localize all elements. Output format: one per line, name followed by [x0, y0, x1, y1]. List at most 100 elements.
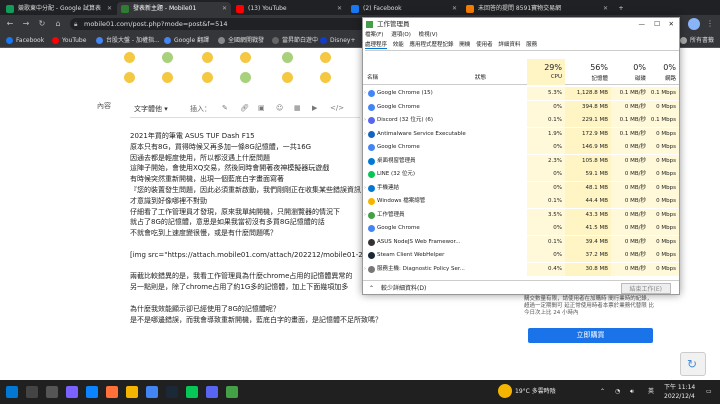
tray-chevron-icon[interactable]: ⌃ — [600, 388, 605, 396]
process-row[interactable]: Windows 檔案總管 0.1% 44.4 MB 0 MB/秒 0 Mbps — [363, 195, 679, 208]
bookmark-disney[interactable]: Disney+ — [320, 35, 356, 46]
column-cpu[interactable]: 29% CPU — [527, 59, 565, 85]
tab-services[interactable]: 服務 — [526, 42, 537, 48]
weather-text[interactable]: 19°C 多雲時陰 — [515, 388, 556, 396]
process-row[interactable]: › Discord (32 位元) (6) 0.1% 229.1 MB 0.1 MB/秒… — [363, 114, 679, 127]
emoji-icon[interactable] — [282, 52, 293, 63]
expand-chevron-icon[interactable]: › — [364, 87, 366, 100]
process-row[interactable]: Google Chrome 0% 41.5 MB 0 MB/秒 0 Mbps — [363, 222, 679, 235]
close-tab-icon[interactable]: ✕ — [107, 2, 112, 15]
post-body-textarea[interactable]: 2021年買的筆電 ASUS TUF Dash F15 原本只有8G，買得時候又… — [130, 131, 386, 325]
bookmark-4[interactable]: 全國網開戰發 — [218, 35, 264, 46]
column-network[interactable]: 0% 網路 — [649, 59, 679, 85]
volume-icon[interactable]: 🔊︎ — [630, 388, 634, 396]
new-tab-button[interactable]: + — [614, 2, 628, 15]
tab-details[interactable]: 詳細資料 — [498, 42, 520, 48]
emoji-icon[interactable] — [162, 72, 173, 83]
maximize-icon[interactable]: ☐ — [654, 18, 660, 31]
tab-mobile01[interactable]: 發表新主題 - Mobile01 ✕ — [117, 2, 231, 15]
tab-facebook[interactable]: (2) Facebook ✕ — [347, 2, 461, 15]
emoji-icon[interactable] — [320, 52, 331, 63]
bookmark-youtube[interactable]: YouTube — [52, 35, 86, 46]
menu-file[interactable]: 檔案(F) — [365, 32, 383, 38]
process-row[interactable]: › 服務主機: Diagnostic Policy Ser... 0.4% 30.8 … — [363, 262, 679, 276]
app-icon[interactable] — [66, 386, 78, 398]
chrome-icon[interactable] — [146, 386, 158, 398]
tab-performance[interactable]: 效能 — [393, 42, 404, 48]
bookmark-facebook[interactable]: Facebook — [6, 35, 44, 46]
tab-startup[interactable]: 開機 — [459, 42, 470, 48]
profile-avatar[interactable] — [688, 18, 700, 30]
emoji-icon[interactable] — [162, 52, 173, 63]
bookmark-all[interactable]: 所有書籤 — [680, 35, 714, 46]
close-tab-icon[interactable]: ✕ — [603, 2, 608, 15]
table-icon[interactable]: ▦ — [294, 104, 301, 112]
column-disk[interactable]: 0% 磁碟 — [611, 59, 649, 85]
menu-view[interactable]: 檢視(V) — [419, 32, 438, 38]
process-row[interactable]: › 手機連結 0% 48.1 MB 0 MB/秒 0 Mbps — [363, 181, 679, 195]
pencil-icon[interactable]: ✎ — [222, 104, 228, 112]
image-icon[interactable]: ▣ — [258, 104, 265, 112]
notification-icon[interactable]: ▭ — [706, 388, 712, 396]
expand-chevron-icon[interactable]: › — [364, 209, 366, 222]
discord-icon[interactable] — [206, 386, 218, 398]
language-indicator[interactable]: 英 — [648, 388, 654, 396]
emoji-button-icon[interactable]: ☺ — [276, 104, 283, 112]
expand-chevron-icon[interactable]: › — [364, 182, 366, 195]
expand-chevron-icon[interactable]: › — [364, 263, 366, 276]
process-row[interactable]: ASUS NodeJS Web Framewor... 0.1% 39.4 MB 0 … — [363, 235, 679, 249]
home-icon[interactable]: ⌂ — [52, 18, 64, 30]
bookmark-translate[interactable]: Google 翻譯 — [164, 35, 209, 46]
clock-date[interactable]: 2022/12/4 — [664, 393, 695, 401]
emoji-icon[interactable] — [320, 72, 331, 83]
task-manager-taskbar-icon[interactable] — [226, 386, 238, 398]
video-icon[interactable]: ▶ — [312, 104, 317, 112]
task-view-icon[interactable] — [46, 386, 58, 398]
tab-8591[interactable]: 未回答的提問 8591寶物交易網 ✕ — [462, 2, 612, 15]
tab-youtube[interactable]: (13) YouTube ✕ — [232, 2, 346, 15]
recaptcha-icon[interactable]: ↻ — [680, 352, 706, 376]
emoji-icon[interactable] — [202, 52, 213, 63]
end-task-button[interactable]: 結束工作(E) — [620, 283, 671, 294]
buy-now-button[interactable]: 立即購買 — [528, 328, 653, 343]
fewer-details-link[interactable]: 較少詳細資料(D) — [381, 281, 426, 296]
reload-icon[interactable]: ↻ — [36, 18, 48, 30]
tab-processes[interactable]: 處理程序 — [365, 42, 388, 49]
close-tab-icon[interactable]: ✕ — [452, 2, 457, 15]
expand-chevron-icon[interactable]: › — [364, 114, 366, 127]
emoji-icon[interactable] — [202, 72, 213, 83]
emoji-icon[interactable] — [240, 52, 251, 63]
menu-options[interactable]: 選項(O) — [391, 32, 411, 38]
link-icon[interactable]: 🔗︎ — [240, 104, 249, 112]
process-row[interactable]: › Google Chrome (15) 5.3% 1,128.8 MB 0.1 MB/… — [363, 87, 679, 100]
tab-app-history[interactable]: 應用程式歷程記錄 — [410, 42, 454, 48]
process-row[interactable]: › Antimalware Service Executable 1.9% 172.9… — [363, 127, 679, 141]
firefox-icon[interactable] — [106, 386, 118, 398]
task-manager-titlebar[interactable]: 工作管理員 — ☐ ✕ — [363, 18, 679, 31]
process-row[interactable]: 桌面視窗管理員 2.3% 105.8 MB 0 MB/秒 0 Mbps — [363, 154, 679, 168]
close-tab-icon[interactable]: ✕ — [222, 2, 227, 15]
process-row[interactable]: Steam Client WebHelper 0% 37.2 MB 0 MB/秒 0 M… — [363, 249, 679, 262]
column-name[interactable]: 名稱 — [367, 59, 381, 85]
tab-users[interactable]: 使用者 — [476, 42, 493, 48]
emoji-icon[interactable] — [124, 52, 135, 63]
clock-time[interactable]: 下午 11:14 — [664, 384, 695, 392]
windows-start-icon[interactable] — [6, 386, 18, 398]
column-status[interactable]: 狀態 — [475, 59, 489, 85]
expand-chevron-icon[interactable]: › — [364, 128, 366, 141]
emoji-icon[interactable] — [124, 72, 135, 83]
process-row[interactable]: LINE (32 位元) 0% 59.1 MB 0 MB/秒 0 Mbps — [363, 168, 679, 181]
close-tab-icon[interactable]: ✕ — [337, 2, 342, 15]
column-memory[interactable]: 56% 記憶體 — [565, 59, 611, 85]
collapse-icon[interactable]: ⌃ — [369, 281, 374, 296]
bookmark-stock[interactable]: 台股大盤 - 加權指... — [96, 35, 160, 46]
edge-icon[interactable] — [86, 386, 98, 398]
emoji-icon[interactable] — [282, 72, 293, 83]
menu-icon[interactable]: ⋮ — [704, 18, 716, 30]
forward-icon[interactable]: → — [20, 18, 32, 30]
weather-icon[interactable] — [498, 384, 512, 398]
search-icon[interactable] — [26, 386, 38, 398]
tab-google-sheets[interactable]: 競歌東中分配 - Google 試算表 ✕ — [2, 2, 116, 15]
process-row[interactable]: › 工作管理員 3.5% 43.3 MB 0 MB/秒 0 Mbps — [363, 208, 679, 222]
file-explorer-icon[interactable] — [126, 386, 138, 398]
